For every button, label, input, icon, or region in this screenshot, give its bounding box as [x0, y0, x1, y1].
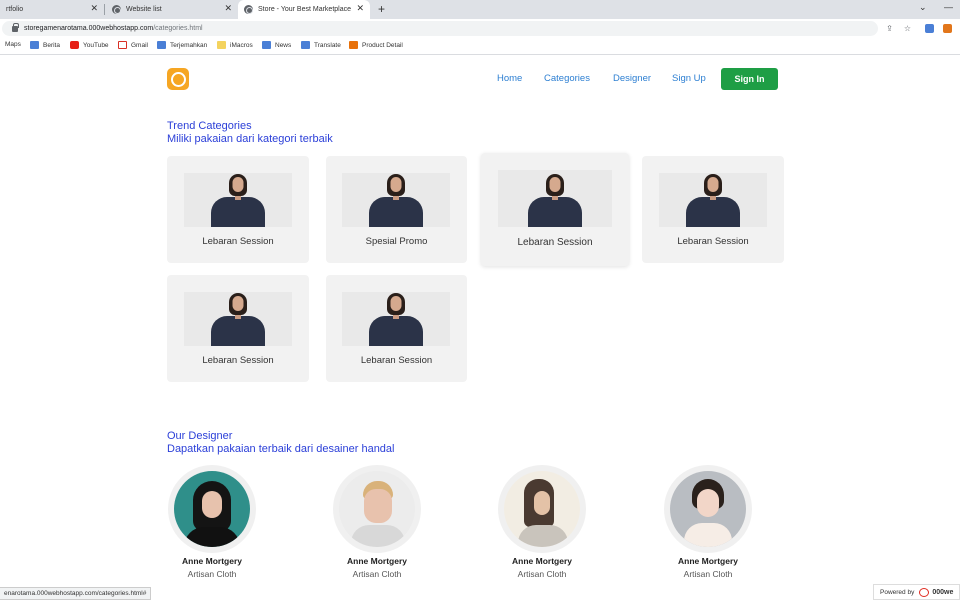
designer-photo [174, 471, 250, 547]
nav-categories[interactable]: Categories [544, 73, 590, 84]
trend-subtitle: Miliki pakaian dari kategori terbaik [167, 133, 333, 145]
new-tab-icon[interactable]: + [378, 2, 385, 16]
tab-title: Website list [126, 6, 162, 13]
avatar[interactable] [168, 465, 256, 553]
designer-photo [504, 471, 580, 547]
chevron-down-icon[interactable]: ⌄ [919, 2, 927, 13]
designer-name: Anne Mortgery [347, 556, 407, 566]
category-image [342, 292, 450, 346]
tab-store[interactable]: Store - Your Best Marketplace ✕ [238, 0, 370, 19]
category-image [342, 173, 450, 227]
avatar[interactable] [333, 465, 421, 553]
designer-role: Artisan Cloth [683, 569, 733, 579]
powered-brand: 000we [932, 588, 954, 596]
category-label: Lebaran Session [202, 355, 274, 366]
category-card[interactable]: Lebaran Session [167, 275, 309, 382]
tab-title: Store - Your Best Marketplace [258, 6, 351, 13]
status-bar-url: enarotama.000webhostapp.com/categories.h… [0, 587, 152, 600]
designer-name: Anne Mortgery [678, 556, 738, 566]
designer-name: Anne Mortgery [182, 556, 242, 566]
designer-name: Anne Mortgery [512, 556, 572, 566]
sign-in-button[interactable]: Sign In [721, 68, 778, 90]
category-label: Spesial Promo [365, 236, 428, 247]
category-label: Lebaran Session [517, 237, 593, 248]
category-image [659, 173, 767, 227]
powered-by-badge[interactable]: Powered by 000we [873, 584, 960, 600]
avatar[interactable] [664, 465, 752, 553]
category-image [184, 292, 292, 346]
translate-icon [301, 41, 310, 49]
share-icon[interactable]: ⇪ [885, 24, 894, 33]
designer-photo [339, 471, 415, 547]
url-input[interactable]: storegamenarotama.000webhostapp.com/cate… [2, 21, 878, 36]
nav-designer[interactable]: Designer [613, 73, 651, 84]
news-icon [30, 41, 39, 49]
bookmark-gmail[interactable]: Gmail [118, 41, 148, 49]
bookmark-maps[interactable]: Maps [5, 41, 21, 48]
bookmark-berita[interactable]: Berita [30, 41, 60, 49]
tab-portfolio[interactable]: rtfolio ✕ [0, 0, 104, 19]
browser-tab-bar: rtfolio ✕ Website list ✕ Store - Your Be… [0, 0, 960, 19]
tab-website-list[interactable]: Website list ✕ [106, 0, 238, 19]
bookmark-terjemahkan[interactable]: Terjemahkan [157, 41, 207, 49]
designer-subtitle: Dapatkan pakaian terbaik dari desainer h… [167, 443, 395, 455]
folder-icon [217, 41, 226, 49]
page-icon [349, 41, 358, 49]
designer-photo [670, 471, 746, 547]
translate-icon [157, 41, 166, 49]
star-icon[interactable]: ☆ [903, 24, 912, 33]
bookmark-news[interactable]: News [262, 41, 291, 49]
bookmark-translate[interactable]: Translate [301, 41, 341, 49]
category-label: Lebaran Session [202, 236, 274, 247]
category-label: Lebaran Session [677, 236, 749, 247]
designer-title: Our Designer [167, 430, 233, 442]
category-card[interactable]: Lebaran Session [326, 275, 467, 382]
bookmarks-bar: Maps Berita YouTube Gmail Terjemahkan iM… [0, 38, 960, 55]
bookmark-product-detail[interactable]: Product Detail [349, 41, 403, 49]
globe-icon [112, 5, 121, 14]
youtube-icon [70, 41, 79, 49]
category-image [498, 170, 612, 227]
news-icon [262, 41, 271, 49]
address-bar: storegamenarotama.000webhostapp.com/cate… [0, 19, 960, 38]
designer-role: Artisan Cloth [517, 569, 567, 579]
hosting-logo-icon [919, 587, 930, 597]
tab-title: rtfolio [6, 6, 24, 13]
trend-title: Trend Categories [167, 120, 252, 132]
globe-icon [244, 5, 253, 14]
close-icon[interactable]: ✕ [224, 4, 232, 13]
close-icon[interactable]: ✕ [356, 4, 364, 13]
bookmark-youtube[interactable]: YouTube [70, 41, 109, 49]
category-image [184, 173, 292, 227]
powered-label: Powered by [880, 588, 915, 596]
gmail-icon [118, 41, 127, 49]
bookmark-imacros[interactable]: iMacros [217, 41, 253, 49]
category-card-hovered[interactable]: Lebaran Session [481, 153, 629, 266]
designer-role: Artisan Cloth [352, 569, 402, 579]
minimize-icon[interactable]: — [944, 2, 953, 12]
lock-icon [12, 22, 19, 32]
designer-role: Artisan Cloth [187, 569, 237, 579]
site-logo[interactable] [167, 68, 189, 90]
close-icon[interactable]: ✕ [90, 4, 98, 13]
avatar[interactable] [498, 465, 586, 553]
category-card[interactable]: Lebaran Session [642, 156, 784, 263]
nav-sign-up[interactable]: Sign Up [672, 73, 706, 84]
category-card[interactable]: Lebaran Session [167, 156, 309, 263]
url-path: /categories.html [153, 25, 203, 32]
nav-home[interactable]: Home [497, 73, 522, 84]
category-card[interactable]: Spesial Promo [326, 156, 467, 263]
translate-extension-icon[interactable] [925, 24, 934, 33]
metamask-icon[interactable] [943, 24, 952, 33]
logo-ring-icon [170, 71, 186, 87]
url-host: storegamenarotama.000webhostapp.com [24, 25, 154, 32]
category-label: Lebaran Session [360, 355, 433, 366]
